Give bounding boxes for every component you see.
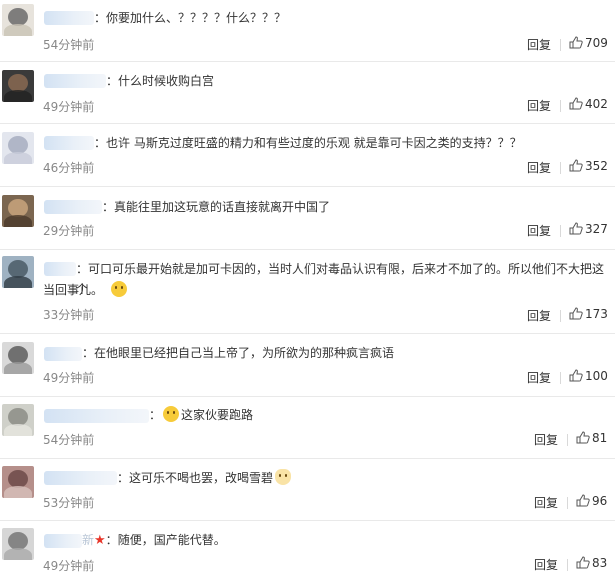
comment-text: ：什么时候收购白宫 — [106, 74, 215, 88]
cat-emoji — [275, 469, 292, 485]
divider — [567, 559, 568, 571]
like-button[interactable]: 81 — [576, 431, 607, 445]
comment-text: ：这可乐不喝也罢，改喝雪碧 — [117, 468, 607, 488]
divider — [560, 310, 561, 322]
divider — [560, 225, 561, 237]
like-count: 709 — [585, 36, 608, 50]
comment-text: ：这家伙要跑路 — [149, 406, 254, 422]
like-button[interactable]: 96 — [576, 494, 607, 508]
thumbs-up-icon — [576, 431, 590, 444]
comment-item: ：可口可乐最开始就是加可卡因的，当时人们对毒品认识有限，后来才不加了的。所以他们… — [0, 250, 615, 334]
divider — [567, 434, 568, 446]
like-count: 100 — [585, 369, 608, 383]
username[interactable] — [44, 347, 82, 361]
comment-item: ：这家伙要跑路 54分钟前 回复 81 — [0, 397, 615, 459]
comment-text: ：在他眼里已经把自己当上帝了，为所欲为的那种疯言疯语 — [82, 346, 395, 360]
comment-time: 29分钟前 — [43, 224, 95, 238]
comment-text: ：也许 马斯克过度旺盛的精力和有些过度的乐观 就是靠可卡因之类的支持？？？ — [94, 136, 522, 150]
laughing-emoji — [163, 406, 180, 422]
like-count: 81 — [592, 431, 608, 445]
thumbs-up-icon — [576, 556, 590, 569]
comment-item: 新★：随便，国产能代替。 49分钟前 回复 83 — [0, 521, 615, 577]
username[interactable] — [44, 471, 117, 485]
like-count: 96 — [592, 494, 608, 508]
star-badge-icon: ★ — [94, 533, 106, 548]
avatar[interactable] — [2, 342, 34, 374]
reply-button[interactable]: 回复 — [527, 159, 551, 176]
reply-button[interactable]: 回复 — [527, 307, 551, 324]
username-suffix[interactable]: 新 — [82, 533, 94, 547]
username[interactable] — [44, 409, 149, 423]
avatar[interactable] — [2, 4, 34, 36]
like-button[interactable]: 327 — [569, 222, 608, 236]
comment-time: 53分钟前 — [43, 496, 95, 510]
avatar[interactable] — [2, 70, 34, 102]
reply-button[interactable]: 回复 — [534, 494, 558, 511]
reply-button[interactable]: 回复 — [527, 369, 551, 386]
username[interactable] — [44, 200, 102, 214]
comment-item: ：在他眼里已经把自己当上帝了，为所欲为的那种疯言疯语 49分钟前 回复 100 — [0, 334, 615, 397]
username[interactable] — [44, 534, 82, 548]
comment-item: ：什么时候收购白宫 49分钟前 回复 402 — [0, 62, 615, 124]
username[interactable] — [44, 11, 94, 25]
comment-time: 49分钟前 — [43, 100, 95, 114]
like-count: 83 — [592, 556, 608, 570]
comment-text: ：真能往里加这玩意的话直接就离开中国了 — [102, 200, 331, 214]
divider — [567, 497, 568, 509]
divider — [560, 39, 561, 51]
avatar[interactable] — [2, 466, 34, 498]
divider — [560, 162, 561, 174]
thumbs-up-icon — [569, 222, 583, 235]
username[interactable] — [44, 74, 106, 88]
divider — [560, 100, 561, 112]
thumbs-up-icon — [569, 97, 583, 110]
thumbs-up-icon — [569, 307, 583, 320]
avatar[interactable] — [2, 195, 34, 227]
like-button[interactable]: 709 — [569, 36, 608, 50]
like-count: 173 — [585, 307, 608, 321]
thumbs-up-icon — [569, 159, 583, 172]
comment-text: 新★：随便，国产能代替。 — [82, 533, 226, 548]
like-count: 327 — [585, 222, 608, 236]
reply-button[interactable]: 回复 — [527, 97, 551, 114]
thumbs-up-icon — [576, 494, 590, 507]
like-button[interactable]: 402 — [569, 97, 608, 111]
avatar[interactable] — [2, 256, 34, 288]
like-count: 352 — [585, 159, 608, 173]
comment-item: ：这可乐不喝也罢，改喝雪碧 53分钟前 回复 96 — [0, 459, 615, 521]
like-button[interactable]: 83 — [576, 556, 607, 570]
reply-button[interactable]: 回复 — [534, 556, 558, 573]
username[interactable] — [44, 262, 76, 276]
thumbs-up-icon — [569, 369, 583, 382]
avatar[interactable] — [2, 404, 34, 436]
reply-button[interactable]: 回复 — [527, 222, 551, 239]
comment-item: ：也许 马斯克过度旺盛的精力和有些过度的乐观 就是靠可卡因之类的支持？？？ 46… — [0, 124, 615, 187]
comment-time: 54分钟前 — [43, 433, 95, 447]
like-button[interactable]: 100 — [569, 369, 608, 383]
comment-time: 54分钟前 — [43, 38, 95, 52]
like-button[interactable]: 173 — [569, 307, 608, 321]
comment-text: ：你要加什么、？？？？什么？？？ — [94, 11, 287, 25]
comment-list: ：你要加什么、？？？？什么？？？ 54分钟前 回复 709 ：什么时候收购白宫 … — [0, 0, 615, 577]
like-count: 402 — [585, 97, 608, 111]
avatar[interactable] — [2, 132, 34, 164]
comment-item: ：你要加什么、？？？？什么？？？ 54分钟前 回复 709 — [0, 0, 615, 62]
comment-time: 49分钟前 — [43, 559, 95, 573]
avatar[interactable] — [2, 528, 34, 560]
thumbs-up-icon — [569, 36, 583, 49]
thinking-emoji — [111, 281, 128, 297]
comment-time: 49分钟前 — [43, 371, 95, 385]
reply-button[interactable]: 回复 — [527, 36, 551, 53]
comment-time: 33分钟前 — [43, 308, 95, 322]
divider — [560, 372, 561, 384]
comment-text-continued: 当回事儿。 — [43, 280, 607, 300]
comment-item: ：真能往里加这玩意的话直接就离开中国了 29分钟前 回复 327 — [0, 187, 615, 250]
comment-time: 46分钟前 — [43, 161, 95, 175]
like-button[interactable]: 352 — [569, 159, 608, 173]
reply-button[interactable]: 回复 — [534, 431, 558, 448]
username[interactable] — [44, 136, 94, 150]
